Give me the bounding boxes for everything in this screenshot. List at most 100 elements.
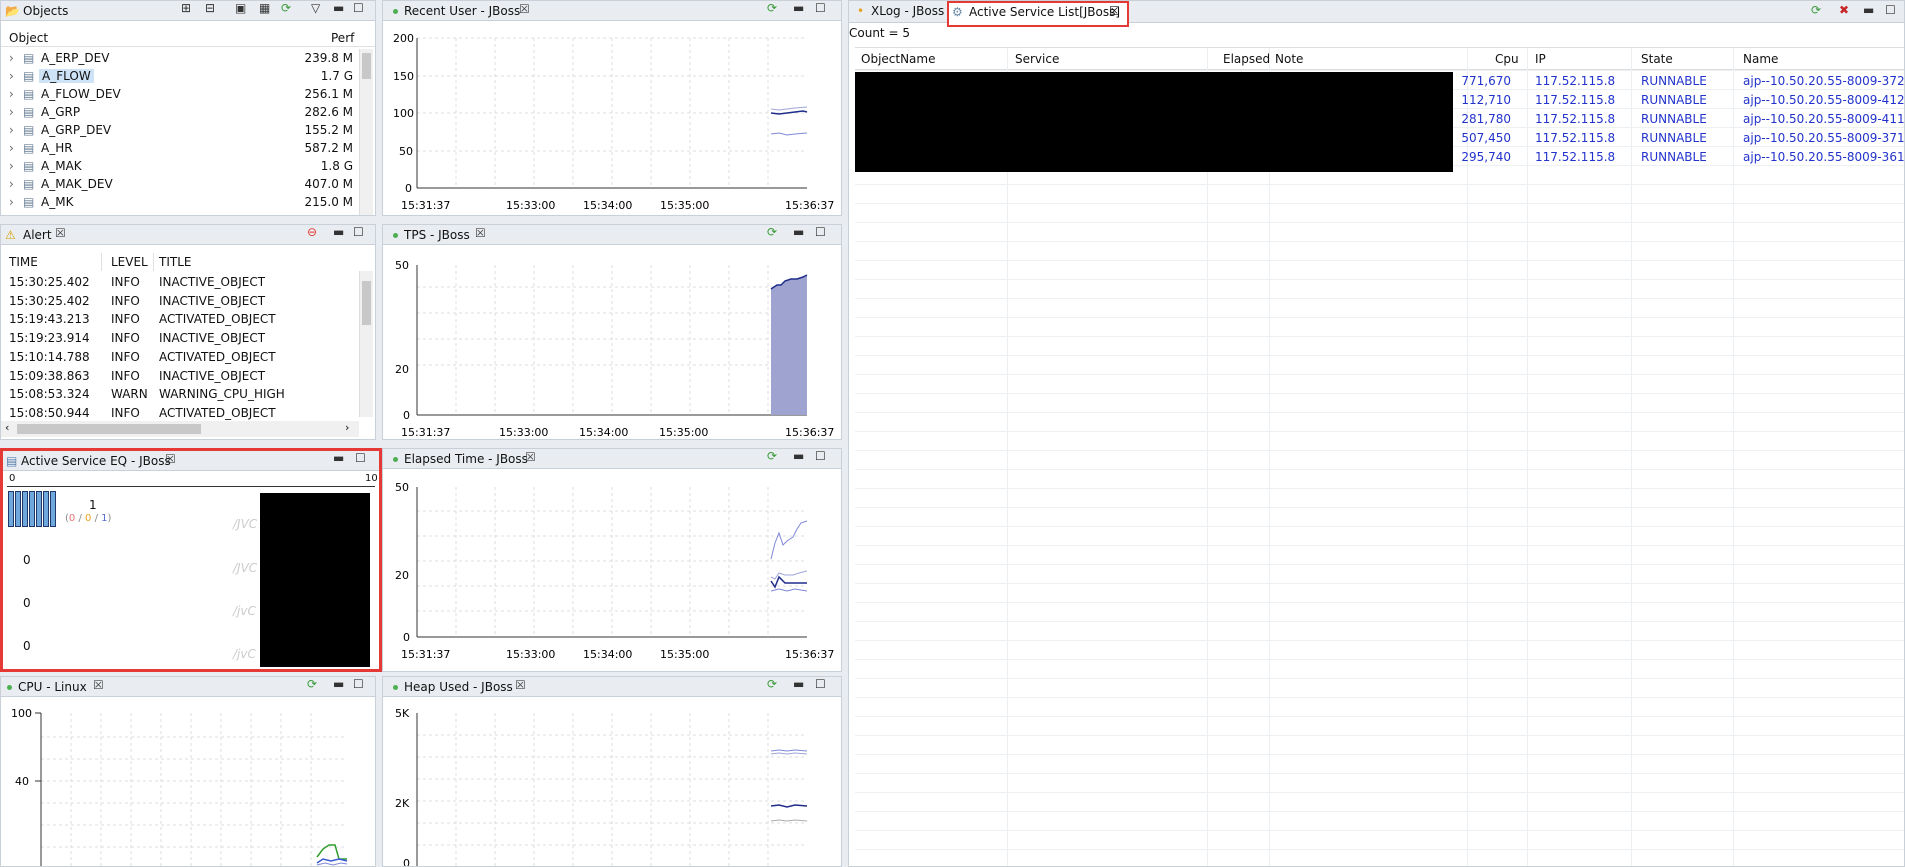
alert-tab[interactable]: ⚠ Alert ☒ ⊖ ▬ ☐ [1, 225, 375, 245]
close-icon[interactable]: ☒ [1109, 4, 1120, 18]
maximize-icon[interactable]: ☐ [353, 677, 364, 691]
tab-active-service-list[interactable]: ⚙ Active Service List[JBoss] ☒ [947, 1, 1129, 27]
alert-row[interactable]: 15:08:50.944 INFO ACTIVATED_OBJECT [1, 404, 357, 422]
objects-tab[interactable]: 📂 Objects ⊞ ⊟ ▣ ▦ ⟳ ▽ ▬ ☐ [1, 1, 375, 21]
maximize-icon[interactable]: ☐ [815, 1, 826, 15]
tps-xtick-2: 15:34:00 [579, 426, 628, 439]
expand-arrow-icon[interactable]: › [9, 69, 14, 83]
kill-thread-icon[interactable]: ✖ [1839, 3, 1849, 17]
cpu-tab[interactable]: CPU - Linux ☒ ⟳ ▬ ☐ [1, 677, 375, 697]
minimize-icon[interactable]: ▬ [793, 449, 804, 463]
grid-icon[interactable]: ▦ [259, 1, 270, 15]
tps-chart: 50 20 0 15:31:37 15:33:00 15:34:00 15:35… [395, 259, 834, 439]
refresh-icon[interactable]: ⟳ [281, 1, 291, 15]
close-icon[interactable]: ☒ [515, 678, 526, 692]
object-row[interactable]: › ▤ A_MK 215.0 M [1, 193, 357, 211]
close-icon[interactable]: ☒ [525, 450, 536, 464]
tps-tab[interactable]: TPS - JBoss ☒ ⟳ ▬ ☐ [383, 225, 841, 245]
minimize-icon[interactable]: ▬ [793, 1, 804, 15]
collapse-all-icon[interactable]: ⊟ [205, 1, 215, 15]
heap-tab[interactable]: Heap Used - JBoss ☒ ⟳ ▬ ☐ [383, 677, 841, 697]
object-row[interactable]: › ▤ A_ERP_DEV 239.8 M [1, 49, 357, 67]
alert-row[interactable]: 15:10:14.788 INFO ACTIVATED_OBJECT [1, 348, 357, 366]
col-perf[interactable]: Perf [331, 31, 354, 45]
alert-row[interactable]: 15:09:38.863 INFO INACTIVE_OBJECT [1, 367, 357, 385]
maximize-icon[interactable]: ☐ [815, 677, 826, 691]
object-row[interactable]: › ▤ A_FLOW_DEV 256.1 M [1, 85, 357, 103]
alert-scroll-thumb[interactable] [362, 281, 371, 325]
alert-hscroll-thumb[interactable] [17, 424, 201, 434]
close-icon[interactable]: ☒ [93, 678, 104, 692]
col-object[interactable]: Object [9, 31, 48, 45]
close-icon[interactable]: ☒ [475, 226, 486, 240]
scroll-right-icon[interactable]: › [345, 421, 349, 434]
objects-scroll-thumb[interactable] [362, 53, 371, 79]
expand-arrow-icon[interactable]: › [9, 123, 14, 137]
expand-arrow-icon[interactable]: › [9, 105, 14, 119]
tab-xlog[interactable]: XLog - JBoss [871, 4, 944, 18]
minimize-icon[interactable]: ▬ [333, 451, 344, 465]
col-level[interactable]: LEVEL [111, 255, 148, 269]
refresh-icon[interactable]: ⟳ [767, 677, 777, 691]
maximize-icon[interactable]: ☐ [353, 225, 364, 239]
maximize-icon[interactable]: ☐ [353, 1, 364, 15]
expand-arrow-icon[interactable]: › [9, 87, 14, 101]
minimize-icon[interactable]: ▬ [793, 225, 804, 239]
alert-row[interactable]: 15:19:43.213 INFO ACTIVATED_OBJECT [1, 310, 357, 328]
close-icon[interactable]: ☒ [55, 226, 66, 240]
alert-row[interactable]: 15:30:25.402 INFO INACTIVE_OBJECT [1, 273, 357, 291]
object-row[interactable]: › ▤ A_FLOW 1.7 G [1, 67, 357, 85]
minimize-icon[interactable]: ▬ [333, 1, 344, 15]
col-elapsed[interactable]: Elapsed [1223, 52, 1270, 66]
scroll-left-icon[interactable]: ‹ [5, 421, 9, 434]
col-title[interactable]: TITLE [159, 255, 191, 269]
col-note[interactable]: Note [1275, 52, 1303, 66]
expand-arrow-icon[interactable]: › [9, 141, 14, 155]
refresh-icon[interactable]: ⟳ [767, 225, 777, 239]
refresh-icon[interactable]: ⟳ [767, 1, 777, 15]
expand-arrow-icon[interactable]: › [9, 159, 14, 173]
maximize-icon[interactable]: ☐ [815, 225, 826, 239]
expand-arrow-icon[interactable]: › [9, 177, 14, 191]
server-icon[interactable]: ▣ [235, 1, 246, 15]
close-icon[interactable]: ☒ [519, 2, 530, 16]
clear-alerts-icon[interactable]: ⊖ [307, 225, 317, 239]
col-time[interactable]: TIME [9, 255, 38, 269]
alert-row[interactable]: 15:19:23.914 INFO INACTIVE_OBJECT [1, 329, 357, 347]
object-row[interactable]: › ▤ A_MAK 1.8 G [1, 157, 357, 175]
refresh-icon[interactable]: ⟳ [1811, 3, 1821, 17]
server-icon: ▤ [23, 159, 35, 173]
col-cpu[interactable]: Cpu [1495, 52, 1519, 66]
maximize-icon[interactable]: ☐ [1885, 3, 1896, 17]
expand-arrow-icon[interactable]: › [9, 195, 14, 209]
alert-row[interactable]: 15:30:25.402 INFO INACTIVE_OBJECT [1, 292, 357, 310]
objects-scrollbar[interactable] [359, 49, 373, 215]
minimize-icon[interactable]: ▬ [1863, 3, 1874, 17]
col-ip[interactable]: IP [1535, 52, 1546, 66]
elapsed-tab[interactable]: Elapsed Time - JBoss ☒ ⟳ ▬ ☐ [383, 449, 841, 469]
col-state[interactable]: State [1641, 52, 1673, 66]
object-row[interactable]: › ▤ A_MAK_DEV 407.0 M [1, 175, 357, 193]
recent-user-tab[interactable]: Recent User - JBoss ☒ ⟳ ▬ ☐ [383, 1, 841, 21]
expand-all-icon[interactable]: ⊞ [181, 1, 191, 15]
refresh-icon[interactable]: ⟳ [307, 677, 317, 691]
alert-hscrollbar[interactable]: ‹ › [1, 421, 359, 437]
col-name[interactable]: Name [1743, 52, 1778, 66]
minimize-icon[interactable]: ▬ [333, 225, 344, 239]
eq-tab[interactable]: ▤ Active Service EQ - JBoss ☒ ▬ ☐ [3, 451, 379, 471]
close-icon[interactable]: ☒ [165, 452, 176, 466]
object-row[interactable]: › ▤ A_GRP_DEV 155.2 M [1, 121, 357, 139]
alert-scrollbar[interactable] [359, 271, 373, 417]
expand-arrow-icon[interactable]: › [9, 51, 14, 65]
minimize-icon[interactable]: ▬ [793, 677, 804, 691]
maximize-icon[interactable]: ☐ [815, 449, 826, 463]
col-objectname[interactable]: ObjectName [861, 52, 935, 66]
alert-row[interactable]: 15:08:53.324 WARN WARNING_CPU_HIGH [1, 385, 357, 403]
maximize-icon[interactable]: ☐ [355, 451, 366, 465]
refresh-icon[interactable]: ⟳ [767, 449, 777, 463]
minimize-icon[interactable]: ▬ [333, 677, 344, 691]
col-service[interactable]: Service [1015, 52, 1059, 66]
object-row[interactable]: › ▤ A_HR 587.2 M [1, 139, 357, 157]
view-menu-icon[interactable]: ▽ [311, 1, 320, 15]
object-row[interactable]: › ▤ A_GRP 282.6 M [1, 103, 357, 121]
